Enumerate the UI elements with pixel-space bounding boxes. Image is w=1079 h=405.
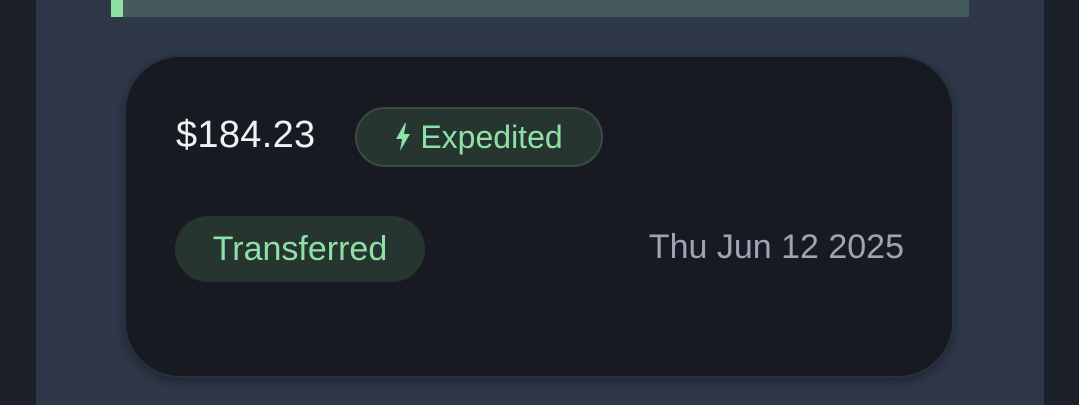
bolt-icon (395, 123, 411, 151)
transfer-card[interactable]: $184.23 Expedited Transferred Thu Jun 12… (124, 55, 954, 378)
expedited-badge: Expedited (355, 107, 603, 167)
expedited-label: Expedited (420, 119, 563, 155)
progress-bar-fill (111, 0, 123, 17)
status-badge: Transferred (175, 216, 425, 282)
page-background: $184.23 Expedited Transferred Thu Jun 12… (0, 0, 1079, 405)
transfer-amount: $184.23 (176, 114, 316, 156)
status-label: Transferred (212, 230, 388, 268)
transfer-date: Thu Jun 12 2025 (648, 228, 904, 266)
progress-bar (111, 0, 969, 17)
